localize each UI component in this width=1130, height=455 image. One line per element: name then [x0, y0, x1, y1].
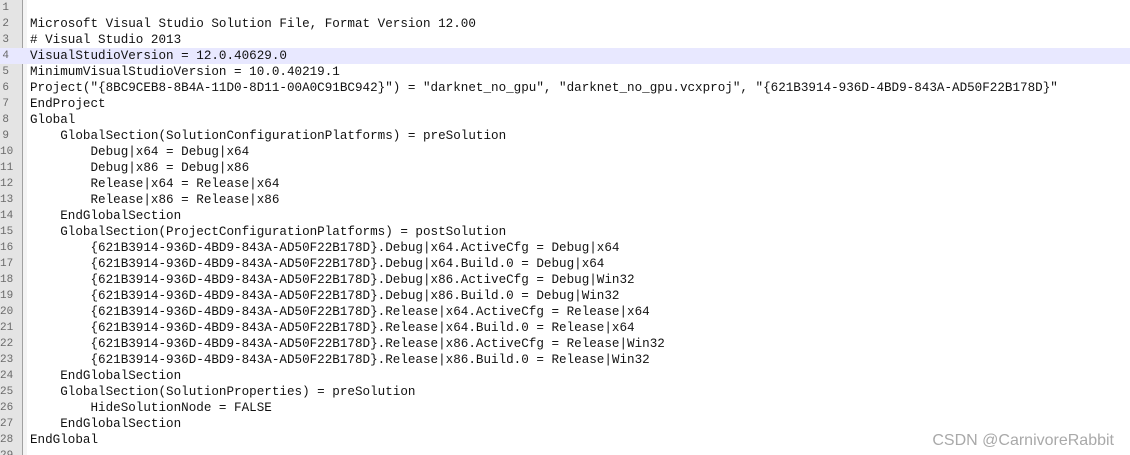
editor-line[interactable]: 22 {621B3914-936D-4BD9-843A-AD50F22B178D…: [0, 336, 1130, 352]
line-number: 6: [2, 82, 9, 94]
line-number: 28: [0, 434, 14, 446]
code-text[interactable]: # Visual Studio 2013: [30, 32, 181, 48]
line-number: 7: [2, 98, 9, 110]
code-text[interactable]: {621B3914-936D-4BD9-843A-AD50F22B178D}.D…: [30, 240, 619, 256]
editor-line[interactable]: 6 Project("{8BC9CEB8-8B4A-11D0-8D11-00A0C…: [0, 80, 1130, 96]
editor-line[interactable]: 25 GlobalSection(SolutionProperties) = p…: [0, 384, 1130, 400]
code-text[interactable]: EndProject: [30, 96, 106, 112]
editor-line-current[interactable]: 4 VisualStudioVersion = 12.0.40629.0: [0, 48, 1130, 64]
line-number: 16: [0, 242, 14, 254]
line-number: 1: [2, 2, 9, 14]
code-text[interactable]: {621B3914-936D-4BD9-843A-AD50F22B178D}.R…: [30, 352, 649, 368]
line-number: 15: [0, 226, 14, 238]
code-text[interactable]: Global: [30, 112, 75, 128]
code-text[interactable]: MinimumVisualStudioVersion = 10.0.40219.…: [30, 64, 340, 80]
editor-lines[interactable]: 1 2 Microsoft Visual Studio Solution File,…: [0, 0, 1130, 455]
editor-line[interactable]: 16 {621B3914-936D-4BD9-843A-AD50F22B178D…: [0, 240, 1130, 256]
line-number: 13: [0, 194, 14, 206]
line-number: 3: [2, 34, 9, 46]
editor-line[interactable]: 18 {621B3914-936D-4BD9-843A-AD50F22B178D…: [0, 272, 1130, 288]
line-number: 25: [0, 386, 14, 398]
line-number: 5: [2, 66, 9, 78]
line-number: 17: [0, 258, 14, 270]
line-number: 4: [2, 50, 9, 62]
code-text[interactable]: {621B3914-936D-4BD9-843A-AD50F22B178D}.R…: [30, 336, 664, 352]
editor-line[interactable]: 9 GlobalSection(SolutionConfigurationPla…: [0, 128, 1130, 144]
line-number: 27: [0, 418, 14, 430]
editor-line[interactable]: 20 {621B3914-936D-4BD9-843A-AD50F22B178D…: [0, 304, 1130, 320]
code-text[interactable]: GlobalSection(ProjectConfigurationPlatfo…: [30, 224, 506, 240]
editor-line[interactable]: 8 Global: [0, 112, 1130, 128]
editor-line[interactable]: 1: [0, 0, 1130, 16]
line-number: 9: [2, 130, 9, 142]
code-text[interactable]: EndGlobal: [30, 432, 98, 448]
code-text[interactable]: {621B3914-936D-4BD9-843A-AD50F22B178D}.D…: [30, 256, 604, 272]
editor-line[interactable]: 12 Release|x64 = Release|x64: [0, 176, 1130, 192]
code-text[interactable]: {621B3914-936D-4BD9-843A-AD50F22B178D}.R…: [30, 304, 649, 320]
code-text[interactable]: {621B3914-936D-4BD9-843A-AD50F22B178D}.D…: [30, 288, 619, 304]
line-number: 19: [0, 290, 14, 302]
line-number: 8: [2, 114, 9, 126]
editor-line[interactable]: 10 Debug|x64 = Debug|x64: [0, 144, 1130, 160]
line-number: 12: [0, 178, 14, 190]
line-number: 18: [0, 274, 14, 286]
code-text[interactable]: VisualStudioVersion = 12.0.40629.0: [30, 48, 287, 64]
editor-line[interactable]: 27 EndGlobalSection: [0, 416, 1130, 432]
editor-line[interactable]: 3 # Visual Studio 2013: [0, 32, 1130, 48]
line-number: 22: [0, 338, 14, 350]
editor-line[interactable]: 23 {621B3914-936D-4BD9-843A-AD50F22B178D…: [0, 352, 1130, 368]
code-text[interactable]: GlobalSection(SolutionConfigurationPlatf…: [30, 128, 506, 144]
editor-line[interactable]: 2 Microsoft Visual Studio Solution File, …: [0, 16, 1130, 32]
editor-line[interactable]: 13 Release|x86 = Release|x86: [0, 192, 1130, 208]
editor-line[interactable]: 19 {621B3914-936D-4BD9-843A-AD50F22B178D…: [0, 288, 1130, 304]
code-text[interactable]: HideSolutionNode = FALSE: [30, 400, 271, 416]
code-text[interactable]: EndGlobalSection: [30, 416, 181, 432]
line-number: 29: [0, 448, 13, 455]
line-number: 23: [0, 354, 14, 366]
editor-line[interactable]: 17 {621B3914-936D-4BD9-843A-AD50F22B178D…: [0, 256, 1130, 272]
code-text[interactable]: Release|x86 = Release|x86: [30, 192, 279, 208]
code-text[interactable]: Release|x64 = Release|x64: [30, 176, 279, 192]
editor-line[interactable]: 26 HideSolutionNode = FALSE: [0, 400, 1130, 416]
code-text[interactable]: Project("{8BC9CEB8-8B4A-11D0-8D11-00A0C9…: [30, 80, 1058, 96]
watermark: CSDN @CarnivoreRabbit: [932, 432, 1114, 449]
line-number: 10: [0, 146, 14, 158]
line-number: 26: [0, 402, 14, 414]
text-editor[interactable]: 1 2 Microsoft Visual Studio Solution File,…: [0, 0, 1130, 455]
editor-line[interactable]: 24 EndGlobalSection: [0, 368, 1130, 384]
editor-line[interactable]: 5 MinimumVisualStudioVersion = 10.0.40219…: [0, 64, 1130, 80]
code-text[interactable]: EndGlobalSection: [30, 368, 181, 384]
line-number: 2: [2, 18, 9, 30]
code-text[interactable]: Debug|x64 = Debug|x64: [30, 144, 249, 160]
line-number: 21: [0, 322, 14, 334]
code-text[interactable]: Microsoft Visual Studio Solution File, F…: [30, 16, 476, 32]
code-text[interactable]: GlobalSection(SolutionProperties) = preS…: [30, 384, 415, 400]
editor-line[interactable]: 21 {621B3914-936D-4BD9-843A-AD50F22B178D…: [0, 320, 1130, 336]
editor-line[interactable]: 15 GlobalSection(ProjectConfigurationPla…: [0, 224, 1130, 240]
editor-line[interactable]: 11 Debug|x86 = Debug|x86: [0, 160, 1130, 176]
editor-line[interactable]: 7 EndProject: [0, 96, 1130, 112]
code-text[interactable]: {621B3914-936D-4BD9-843A-AD50F22B178D}.D…: [30, 272, 634, 288]
code-text[interactable]: {621B3914-936D-4BD9-843A-AD50F22B178D}.R…: [30, 320, 634, 336]
line-number: 14: [0, 210, 14, 222]
code-text[interactable]: Debug|x86 = Debug|x86: [30, 160, 249, 176]
line-number: 24: [0, 370, 14, 382]
code-text[interactable]: EndGlobalSection: [30, 208, 181, 224]
line-number: 11: [0, 162, 14, 174]
line-number: 20: [0, 306, 14, 318]
editor-line[interactable]: 14 EndGlobalSection: [0, 208, 1130, 224]
